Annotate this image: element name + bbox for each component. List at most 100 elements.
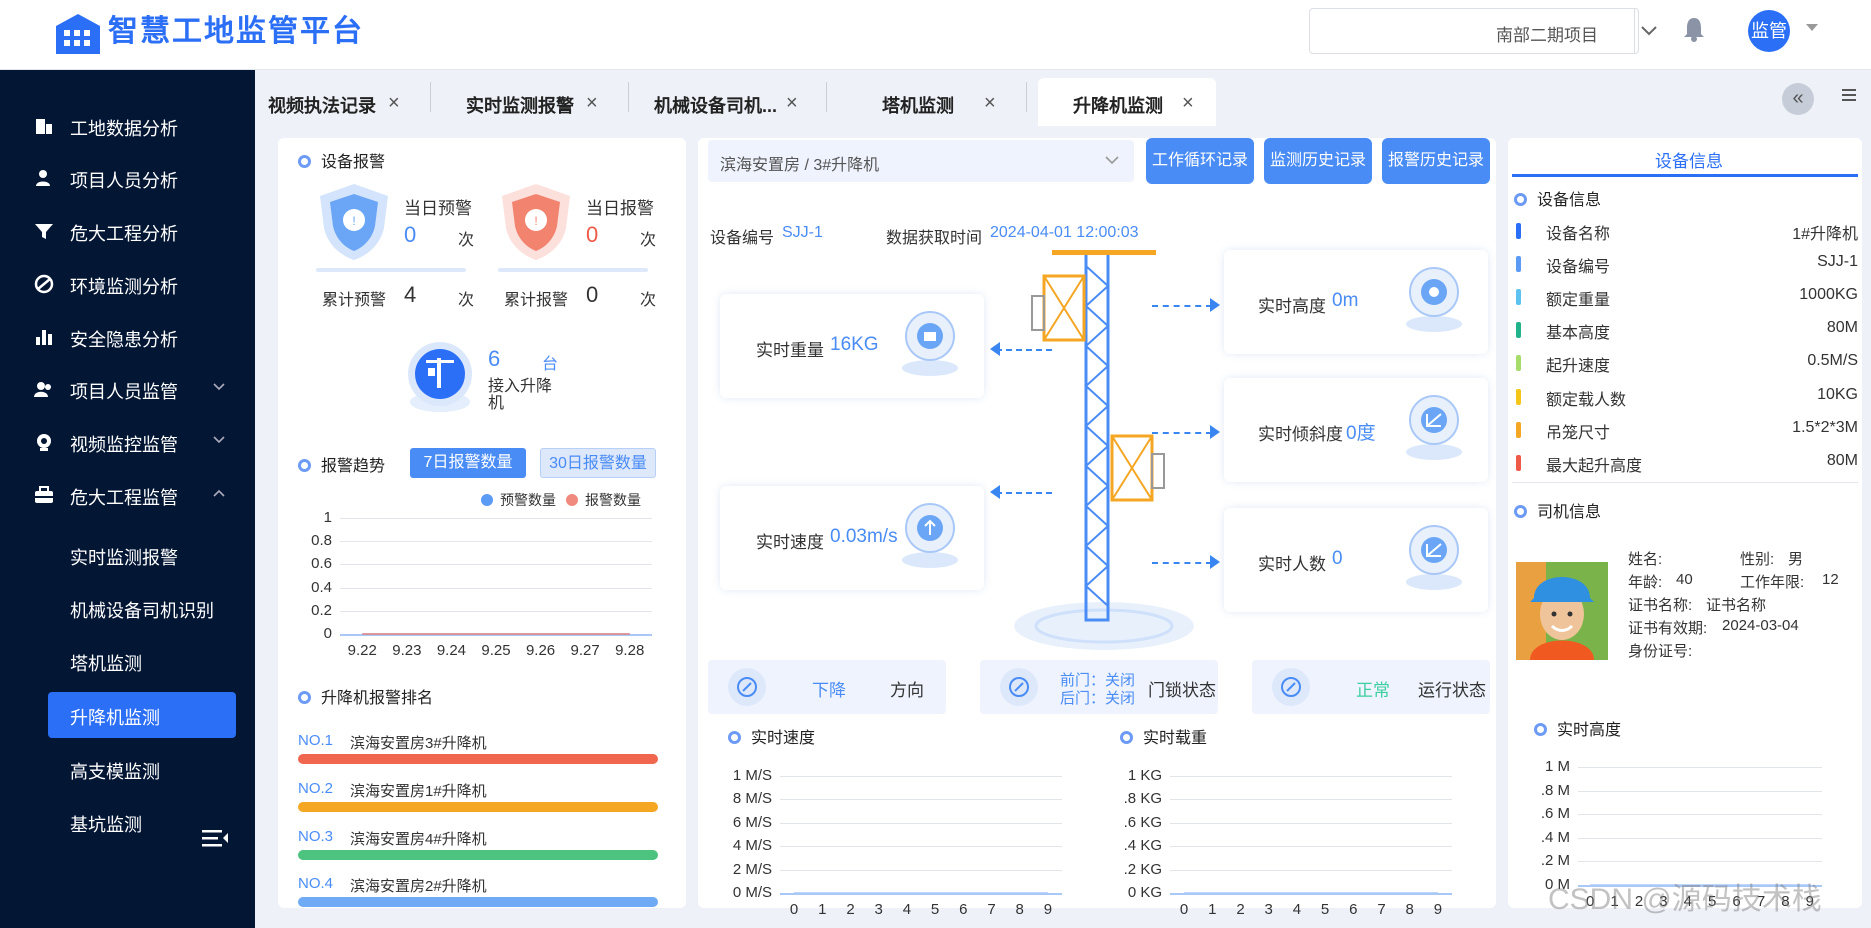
cert-name-label: 证书名称: [1628, 597, 1693, 614]
trend-section-title: 报警趋势 [298, 452, 385, 476]
sidebar-subitem-label: 机械设备司机识别 [70, 601, 214, 621]
info-key: 最大起升高度 [1546, 458, 1643, 475]
y-tick-label: 1 M/S [732, 767, 772, 784]
info-row: 吊笼尺寸 1.5*2*3M [1512, 415, 1858, 445]
sidebar-item-personnel-supervision[interactable]: 项目人员监管 [0, 367, 255, 411]
info-row: 设备编号 SJJ-1 [1512, 249, 1858, 279]
height-arrow [1152, 305, 1212, 307]
rank-row: NO.2 滨海安置房1#升降机 [298, 780, 658, 820]
sidebar-subitem-formwork[interactable]: 高支模监测 [48, 746, 236, 792]
close-icon[interactable]: × [586, 92, 598, 115]
tab-divider [430, 82, 431, 112]
tab-tower-crane[interactable]: 塔机监测 × [836, 78, 1026, 126]
tab-menu-icon[interactable] [1840, 86, 1858, 104]
unit-label: 次 [640, 232, 657, 249]
info-bar [1516, 256, 1521, 272]
cert-valid-label: 证书有效期: [1628, 620, 1708, 637]
sidebar-item-personnel-analysis[interactable]: 项目人员分析 [0, 156, 255, 200]
sidebar-item-safety[interactable]: 安全隐患分析 [0, 315, 255, 359]
info-bar [1516, 322, 1521, 338]
sidebar-item-video[interactable]: 视频监控监管 [0, 420, 255, 464]
total-warning-label: 累计预警 [322, 292, 387, 309]
caret-down-icon[interactable] [1804, 22, 1820, 34]
y-tick-label: 6 M/S [732, 813, 772, 831]
close-icon[interactable]: × [1182, 92, 1194, 115]
sidebar-item-site-data[interactable]: 工地数据分析 [0, 104, 255, 148]
info-bar [1516, 289, 1521, 305]
y-tick-label: 0 M/S [732, 884, 772, 901]
info-row: 起升速度 0.5M/S [1512, 348, 1858, 378]
collapse-tabs-icon[interactable]: « [1782, 83, 1814, 115]
shield-warning-icon: ! [320, 184, 388, 260]
chevron-down-icon[interactable] [1640, 24, 1658, 38]
compass-icon [728, 668, 766, 706]
section-ring-icon [1120, 731, 1133, 744]
sidebar-subitem-elevator[interactable]: 升降机监测 [48, 692, 236, 738]
tab-label: 机械设备司机... [654, 96, 778, 116]
y-tick-label: 2 M/S [732, 860, 772, 878]
close-icon[interactable]: × [388, 92, 400, 115]
tilt-gauge-icon [1406, 395, 1462, 460]
tab-driver-id[interactable]: 机械设备司机... × [636, 78, 826, 126]
cert-valid-value: 2024-03-04 [1722, 617, 1799, 634]
y-tick-label: .4 KG [1123, 837, 1162, 855]
app-title: 智慧工地监管平台 [108, 15, 364, 48]
info-value: 80M [1826, 452, 1858, 469]
grid-line [780, 846, 1062, 848]
driver-info-title: 司机信息 [1514, 498, 1601, 522]
device-select-value: 滨海安置房 / 3#升降机 [720, 157, 880, 174]
tab-realtime-alarm[interactable]: 实时监测报警 × [440, 78, 620, 126]
close-icon[interactable]: × [786, 92, 798, 115]
work-cycle-button[interactable]: 工作循环记录 [1146, 138, 1254, 184]
sidebar-item-hazard-analysis[interactable]: 危大工程分析 [0, 209, 255, 253]
height-label: 实时高度 [1258, 297, 1326, 316]
height-chart-title: 实时高度 [1534, 716, 1621, 740]
project-select[interactable]: 南部二期项目 [1309, 8, 1639, 54]
grid-line [780, 822, 1062, 824]
legend-warning-label: 预警数量 [500, 492, 556, 508]
load-chart-title-text: 实时载重 [1143, 730, 1208, 747]
info-key: 设备编号 [1546, 259, 1611, 276]
sidebar-subitem-driver-id[interactable]: 机械设备司机识别 [48, 585, 236, 631]
close-icon[interactable]: × [984, 92, 996, 115]
sidebar-subitem-label: 升降机监测 [70, 708, 160, 728]
tab-video-record[interactable]: 视频执法记录 × [260, 78, 430, 126]
sidebar-item-environment[interactable]: 环境监测分析 [0, 262, 255, 306]
sidebar-subitem-realtime-alarm[interactable]: 实时监测报警 [48, 532, 236, 578]
rank-bar [298, 850, 658, 860]
device-info-tab[interactable]: 设备信息 [1655, 147, 1723, 172]
device-info-title: 设备信息 [1514, 186, 1601, 210]
monitor-history-button[interactable]: 监测历史记录 [1264, 138, 1372, 184]
funnel-icon [35, 224, 53, 239]
tab-label: 塔机监测 [882, 96, 954, 116]
arrow-right-icon [1210, 298, 1220, 312]
speed-value: 0.03m/s [830, 526, 898, 547]
thirty-day-button[interactable]: 30日报警数量 [540, 448, 656, 478]
tab-elevator[interactable]: 升降机监测 × [1038, 78, 1216, 126]
menu-collapse-icon[interactable] [200, 826, 230, 850]
sidebar-item-hazard-supervision[interactable]: 危大工程监管 [0, 473, 255, 517]
load-chart-title: 实时载重 [1120, 724, 1207, 748]
x-tick-label: 9.24 [436, 642, 467, 659]
rank-row: NO.4 滨海安置房2#升降机 [298, 875, 658, 915]
ranking-section-title: 升降机报警排名 [298, 684, 433, 708]
y-tick-label: .6 M [1540, 805, 1570, 823]
rank-number: NO.1 [298, 732, 334, 749]
x-tick-label: 4 [902, 901, 912, 918]
x-tick-label: 6 [959, 901, 968, 918]
grid-line [340, 610, 652, 612]
tilt-label: 实时倾斜度 [1258, 425, 1343, 444]
bell-icon[interactable] [1682, 16, 1706, 42]
arrow-right-icon [1210, 555, 1220, 569]
seven-day-button[interactable]: 7日报警数量 [410, 448, 526, 478]
height-value: 0m [1332, 290, 1359, 311]
chevron-down-icon [213, 436, 225, 444]
x-tick-label: 1 [1208, 901, 1217, 918]
speed-card: 实时速度 0.03m/s [720, 486, 984, 590]
user-avatar[interactable]: 监管 [1748, 10, 1790, 52]
alarm-history-button[interactable]: 报警历史记录 [1382, 138, 1490, 184]
device-select[interactable]: 滨海安置房 / 3#升降机 [708, 140, 1134, 182]
rank-name: 滨海安置房4#升降机 [350, 831, 487, 848]
sidebar-subitem-tower-crane[interactable]: 塔机监测 [48, 638, 236, 684]
today-alarm-value: 0 [586, 222, 599, 247]
